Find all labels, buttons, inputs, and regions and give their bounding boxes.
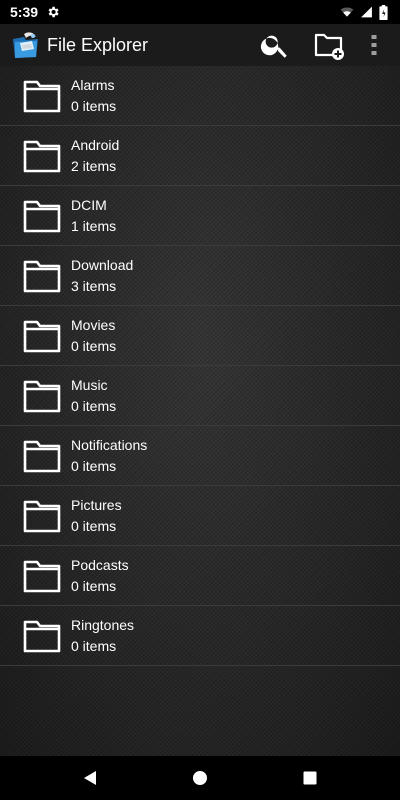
list-item-text: Android 2 items [71, 135, 119, 177]
folder-name: DCIM [71, 196, 107, 213]
item-count: 1 items [71, 217, 117, 234]
folder-name: Android [71, 136, 120, 153]
recents-icon [303, 771, 317, 785]
folder-name: Pictures [71, 496, 122, 513]
home-button[interactable] [175, 756, 225, 800]
folder-icon [23, 140, 61, 172]
folder-icon [23, 260, 61, 292]
folder-icon [23, 620, 61, 652]
list-item[interactable]: Download 3 items [0, 246, 400, 306]
app-bar: File Explorer [0, 24, 400, 66]
folder-name: Download [71, 256, 134, 273]
list-item-text: Ringtones 0 items [71, 615, 134, 657]
list-item[interactable]: Pictures 0 items [0, 486, 400, 546]
list-item-text: Notifications 0 items [71, 435, 147, 477]
folder-name: Notifications [71, 436, 148, 453]
list-item[interactable]: Movies 0 items [0, 306, 400, 366]
list-item[interactable]: DCIM 1 items [0, 186, 400, 246]
folder-icon [23, 200, 61, 232]
more-vert-icon [371, 35, 377, 55]
item-count: 0 items [71, 577, 117, 594]
search-button[interactable] [248, 24, 302, 66]
item-count: 0 items [71, 517, 117, 534]
list-item-text: Podcasts 0 items [71, 555, 129, 597]
search-icon [260, 35, 287, 58]
list-item[interactable]: Ringtones 0 items [0, 606, 400, 666]
navigation-bar [0, 756, 400, 800]
item-count: 0 items [71, 97, 117, 114]
item-count: 2 items [71, 157, 117, 174]
list-item-text: Pictures 0 items [71, 495, 122, 537]
item-count: 0 items [71, 457, 117, 474]
folder-icon [23, 80, 61, 112]
back-button[interactable] [65, 756, 115, 800]
folder-icon [23, 380, 61, 412]
recents-button[interactable] [285, 756, 335, 800]
item-count: 0 items [71, 397, 117, 414]
folder-icon [23, 500, 61, 532]
folder-name: Movies [71, 316, 116, 333]
app-actions [248, 24, 400, 66]
new-folder-icon [314, 33, 344, 60]
gear-icon [48, 6, 59, 18]
list-item-text: Download 3 items [71, 255, 133, 297]
list-item[interactable]: Music 0 items [0, 366, 400, 426]
list-item[interactable]: Android 2 items [0, 126, 400, 186]
more-options-button[interactable] [356, 24, 392, 66]
battery-icon [379, 4, 388, 20]
file-explorer-logo [13, 32, 38, 58]
folder-icon [23, 440, 61, 472]
app-title: File Explorer [47, 34, 149, 55]
new-folder-button[interactable] [302, 24, 356, 66]
file-list: Alarms 0 items Android 2 items DCIM 1 items Do… [0, 66, 400, 756]
folder-name: Music [71, 376, 108, 393]
item-count: 3 items [71, 277, 117, 294]
wifi-icon [340, 7, 354, 17]
folder-name: Podcasts [71, 556, 129, 573]
status-time: 5:39 [10, 4, 39, 20]
folder-name: Alarms [71, 76, 115, 93]
list-item[interactable]: Notifications 0 items [0, 426, 400, 486]
item-count: 0 items [71, 337, 117, 354]
status-bar: 5:39 [0, 0, 400, 24]
list-item-text: DCIM 1 items [71, 195, 116, 237]
list-item-text: Alarms 0 items [71, 75, 116, 117]
folder-icon [23, 560, 61, 592]
list-item[interactable]: Podcasts 0 items [0, 546, 400, 606]
list-item-text: Movies 0 items [71, 315, 116, 357]
signal-icon [361, 6, 372, 18]
back-icon [84, 771, 96, 785]
list-item[interactable]: Alarms 0 items [0, 66, 400, 126]
item-count: 0 items [71, 637, 117, 654]
status-icons [340, 4, 388, 20]
folder-icon [23, 320, 61, 352]
home-icon [193, 771, 207, 785]
folder-name: Ringtones [71, 616, 135, 633]
list-item-text: Music 0 items [71, 375, 116, 417]
